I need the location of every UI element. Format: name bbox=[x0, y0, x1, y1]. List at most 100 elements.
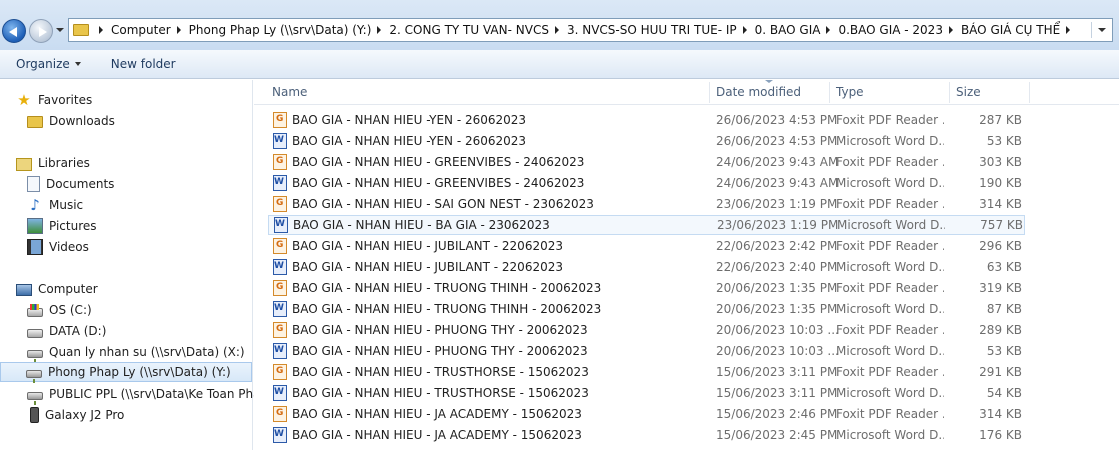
file-row[interactable]: BAO GIA - NHAN HIEU -YEN - 26062023 26/06… bbox=[268, 110, 1025, 130]
column-header-size[interactable]: Size bbox=[950, 80, 981, 105]
recent-pages-chevron-icon[interactable] bbox=[56, 28, 64, 32]
breadcrumb-drive[interactable]: Phong Phap Ly (\\srv\Data) (Y:) bbox=[189, 23, 372, 37]
file-date-modified: 23/06/2023 1:19 PM bbox=[717, 218, 839, 232]
column-header-name[interactable]: Name bbox=[266, 80, 307, 105]
nav-galaxy-j2[interactable]: Galaxy J2 Pro bbox=[27, 405, 124, 425]
file-size: 53 KB bbox=[986, 134, 1022, 148]
nav-libraries[interactable]: Libraries bbox=[16, 153, 90, 173]
nav-videos[interactable]: Videos bbox=[27, 237, 89, 257]
breadcrumb-chevron-icon[interactable] bbox=[99, 26, 103, 34]
breadcrumb-folder-2[interactable]: 3. NVCS-SO HUU TRI TUE- IP bbox=[567, 23, 737, 37]
breadcrumb-chevron-icon[interactable] bbox=[826, 26, 831, 34]
file-name: BAO GIA - NHAN HIEU - TRUSTHORSE - 15062… bbox=[292, 386, 589, 400]
file-row[interactable]: BAO GIA - NHAN HIEU - TRUONG THINH - 200… bbox=[268, 299, 1025, 319]
file-row[interactable]: BAO GIA - NHAN HIEU - JUBILANT - 2206202… bbox=[268, 257, 1025, 277]
pictures-icon bbox=[27, 218, 43, 234]
file-row[interactable]: BAO GIA - NHAN HIEU - TRUSTHORSE - 15062… bbox=[268, 383, 1025, 403]
file-name: BAO GIA - NHAN HIEU - GREENVIBES - 24062… bbox=[292, 155, 585, 169]
file-list[interactable]: Name Date modified Type Size BAO GIA - N… bbox=[254, 80, 1119, 450]
breadcrumb-folder-3[interactable]: 0. BAO GIA bbox=[755, 23, 821, 37]
file-name: BAO GIA - NHAN HIEU -YEN - 26062023 bbox=[292, 113, 527, 127]
file-row[interactable]: BAO GIA - NHAN HIEU - PHUONG THY - 20062… bbox=[268, 341, 1025, 361]
file-type: Microsoft Word D... bbox=[836, 176, 944, 190]
nav-favorites[interactable]: ★ Favorites bbox=[16, 90, 92, 110]
file-row[interactable]: BAO GIA - NHAN HIEU -YEN - 26062023 26/06… bbox=[268, 131, 1025, 151]
file-size: 319 KB bbox=[979, 281, 1022, 295]
address-history-chevron-icon[interactable] bbox=[1098, 28, 1106, 32]
address-bar[interactable]: Computer Phong Phap Ly (\\srv\Data) (Y:)… bbox=[68, 18, 1113, 42]
breadcrumb-chevron-icon[interactable] bbox=[742, 26, 747, 34]
column-divider[interactable] bbox=[1029, 82, 1030, 103]
nav-drive-y[interactable]: Phong Phap Ly (\\srv\Data) (Y:) bbox=[0, 362, 252, 383]
file-type: Microsoft Word D... bbox=[836, 428, 944, 442]
file-row[interactable]: BAO GIA - NHAN HIEU - BA GIA - 23062023 2… bbox=[268, 215, 1025, 235]
word-icon bbox=[273, 259, 287, 275]
breadcrumb-chevron-icon[interactable] bbox=[377, 26, 382, 34]
nav-label: Videos bbox=[49, 240, 89, 254]
breadcrumb-current[interactable]: BÁO GIÁ CỤ THỂ bbox=[961, 23, 1060, 37]
nav-music[interactable]: ♪ Music bbox=[27, 195, 83, 215]
nav-downloads[interactable]: Downloads bbox=[27, 111, 115, 131]
computer-icon bbox=[16, 283, 32, 296]
breadcrumb-folder-4[interactable]: 0.BAO GIA - 2023 bbox=[838, 23, 942, 37]
file-row[interactable]: BAO GIA - NHAN HIEU - JA ACADEMY - 15062… bbox=[268, 425, 1025, 445]
breadcrumb-chevron-icon[interactable] bbox=[948, 26, 953, 34]
file-type: Microsoft Word D... bbox=[836, 344, 944, 358]
file-name: BAO GIA - NHAN HIEU - JA ACADEMY - 15062… bbox=[292, 407, 582, 421]
breadcrumb-chevron-icon[interactable] bbox=[176, 26, 181, 34]
file-type: Microsoft Word D... bbox=[836, 302, 944, 316]
file-row[interactable]: BAO GIA - NHAN HIEU - GREENVIBES - 24062… bbox=[268, 173, 1025, 193]
file-row[interactable]: BAO GIA - NHAN HIEU - GREENVIBES - 24062… bbox=[268, 152, 1025, 172]
file-date-modified: 26/06/2023 4:53 PM bbox=[716, 134, 838, 148]
file-row[interactable]: BAO GIA - NHAN HIEU - SAI GON NEST - 230… bbox=[268, 194, 1025, 214]
file-size: 287 KB bbox=[979, 113, 1022, 127]
file-name: BAO GIA - NHAN HIEU - TRUONG THINH - 200… bbox=[292, 302, 602, 316]
nav-label: PUBLIC PPL (\\srv\Data\Ke Toan Phap bbox=[49, 387, 269, 401]
folder-icon bbox=[73, 24, 89, 36]
file-size: 53 KB bbox=[986, 344, 1022, 358]
breadcrumb-chevron-icon[interactable] bbox=[1066, 26, 1071, 34]
organize-button[interactable]: Organize bbox=[8, 57, 89, 71]
file-row[interactable]: BAO GIA - NHAN HIEU - PHUONG THY - 20062… bbox=[268, 320, 1025, 340]
file-type: Foxit PDF Reader ... bbox=[836, 197, 944, 211]
breadcrumb-computer[interactable]: Computer bbox=[111, 23, 171, 37]
star-icon: ★ bbox=[17, 91, 31, 109]
file-date-modified: 15/06/2023 2:46 PM bbox=[716, 407, 838, 421]
column-header-type[interactable]: Type bbox=[830, 80, 864, 105]
file-row[interactable]: BAO GIA - NHAN HIEU - TRUSTHORSE - 15062… bbox=[268, 362, 1025, 382]
nav-drive-x[interactable]: Quan ly nhan su (\\srv\Data) (X:) bbox=[27, 342, 245, 363]
nav-label: Computer bbox=[38, 282, 98, 296]
file-row[interactable]: BAO GIA - NHAN HIEU - JA ACADEMY - 15062… bbox=[268, 404, 1025, 424]
forward-arrow-icon[interactable] bbox=[29, 19, 53, 43]
nav-label: Downloads bbox=[49, 114, 115, 128]
file-row[interactable]: BAO GIA - NHAN HIEU - TRUONG THINH - 200… bbox=[268, 278, 1025, 298]
system-drive-icon bbox=[27, 304, 43, 317]
file-name: BAO GIA - NHAN HIEU - PHUONG THY - 20062… bbox=[292, 323, 588, 337]
nav-public-ppl[interactable]: PUBLIC PPL (\\srv\Data\Ke Toan Phap bbox=[27, 384, 269, 405]
new-folder-button[interactable]: New folder bbox=[103, 57, 184, 71]
file-type: Foxit PDF Reader ... bbox=[836, 281, 944, 295]
nav-computer[interactable]: Computer bbox=[16, 279, 98, 299]
downloads-folder-icon bbox=[27, 116, 43, 128]
breadcrumb-chevron-icon[interactable] bbox=[554, 26, 559, 34]
pdf-icon bbox=[273, 238, 287, 254]
documents-icon bbox=[27, 176, 40, 192]
word-icon bbox=[273, 133, 287, 149]
back-arrow-icon[interactable] bbox=[2, 19, 26, 43]
navigation-pane[interactable]: ★ Favorites Downloads Libraries Document… bbox=[0, 80, 268, 450]
breadcrumb-folder-1[interactable]: 2. CONG TY TU VAN- NVCS bbox=[389, 23, 549, 37]
nav-label: Libraries bbox=[38, 156, 90, 170]
nav-drive-d[interactable]: DATA (D:) bbox=[27, 321, 106, 341]
nav-documents[interactable]: Documents bbox=[27, 174, 114, 194]
file-row[interactable]: BAO GIA - NHAN HIEU - JUBILANT - 2206202… bbox=[268, 236, 1025, 256]
file-date-modified: 15/06/2023 3:11 PM bbox=[716, 365, 838, 379]
file-type: Foxit PDF Reader ... bbox=[836, 239, 944, 253]
nav-pictures[interactable]: Pictures bbox=[27, 216, 97, 236]
nav-drive-c[interactable]: OS (C:) bbox=[27, 300, 92, 320]
file-date-modified: 24/06/2023 9:43 AM bbox=[716, 155, 839, 169]
pdf-icon bbox=[273, 280, 287, 296]
file-date-modified: 22/06/2023 2:40 PM bbox=[716, 260, 838, 274]
file-name: BAO GIA - NHAN HIEU - TRUONG THINH - 200… bbox=[292, 281, 602, 295]
file-type: Microsoft Word D... bbox=[836, 134, 944, 148]
column-header-date[interactable]: Date modified bbox=[710, 80, 801, 105]
